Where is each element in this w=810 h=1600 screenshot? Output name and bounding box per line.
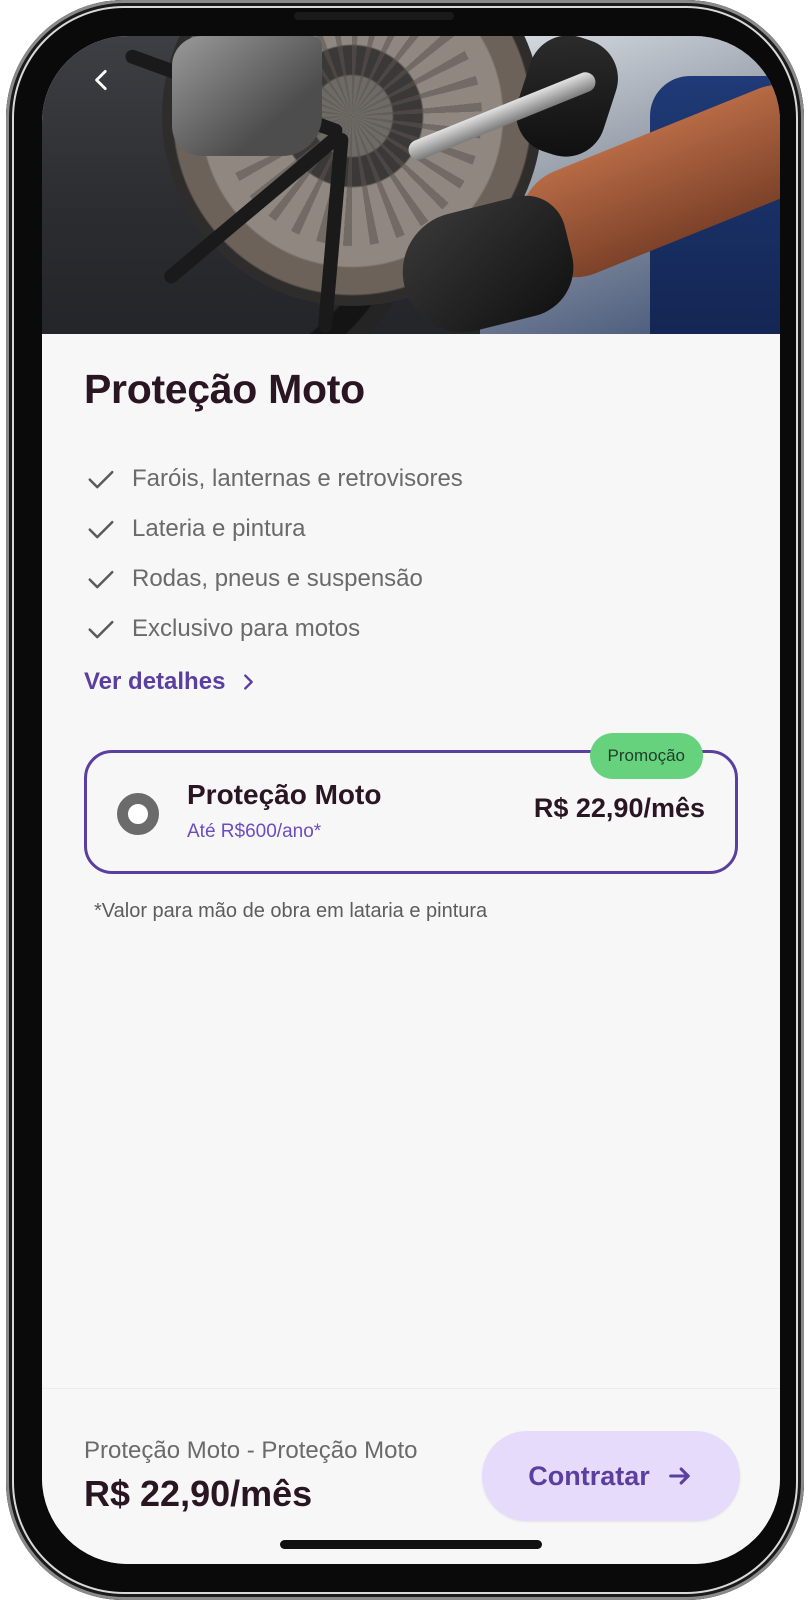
chevron-left-icon (95, 69, 107, 91)
feature-label: Lateria e pintura (132, 515, 306, 542)
plan-price: R$ 22,90/mês (533, 793, 705, 823)
plan-coverage-limit: Até R$600/ano* (187, 821, 322, 842)
check-icon (84, 562, 118, 596)
feature-item: Lateria e pintura (84, 504, 463, 554)
feature-item: Exclusivo para motos (84, 604, 463, 654)
feature-item: Faróis, lanternas e retrovisores (84, 454, 463, 504)
hero-image (42, 36, 780, 334)
summary-price: R$ 22,90/mês (84, 1473, 313, 1514)
app-screen: Proteção Moto Faróis, lanternas e retrov… (42, 36, 780, 1564)
chevron-right-icon (244, 674, 254, 690)
plan-name: Proteção Moto (187, 779, 382, 810)
feature-label: Rodas, pneus e suspensão (132, 565, 423, 592)
feature-label: Exclusivo para motos (132, 615, 361, 642)
footnote: *Valor para mão de obra em lataria e pin… (94, 900, 488, 922)
check-icon (84, 612, 118, 646)
feature-label: Faróis, lanternas e retrovisores (132, 465, 463, 492)
arrow-right-icon (668, 1467, 690, 1485)
plan-radio-selected[interactable] (117, 793, 159, 835)
check-icon (84, 512, 118, 546)
plan-option-card[interactable]: Promoção Proteção Moto Até R$600/ano* R$… (84, 733, 738, 874)
contratar-label: Contratar (528, 1460, 650, 1491)
check-icon (84, 462, 118, 496)
promo-badge: Promoção (589, 733, 703, 779)
feature-item: Rodas, pneus e suspensão (84, 554, 463, 604)
summary-title: Proteção Moto - Proteção Moto (84, 1437, 418, 1464)
feature-list: Faróis, lanternas e retrovisores Lateria… (84, 454, 463, 654)
see-details-label: Ver detalhes (84, 668, 226, 695)
see-details-link[interactable]: Ver detalhes (84, 668, 259, 696)
home-indicator[interactable] (280, 1540, 542, 1549)
speaker-grille (294, 12, 454, 20)
page-title: Proteção Moto (84, 366, 365, 412)
contratar-button[interactable]: Contratar (482, 1431, 740, 1521)
checkout-bar: Proteção Moto - Proteção Moto R$ 22,90/m… (42, 1388, 780, 1564)
back-button[interactable] (82, 60, 122, 100)
phone-frame: Proteção Moto Faróis, lanternas e retrov… (6, 0, 804, 1600)
